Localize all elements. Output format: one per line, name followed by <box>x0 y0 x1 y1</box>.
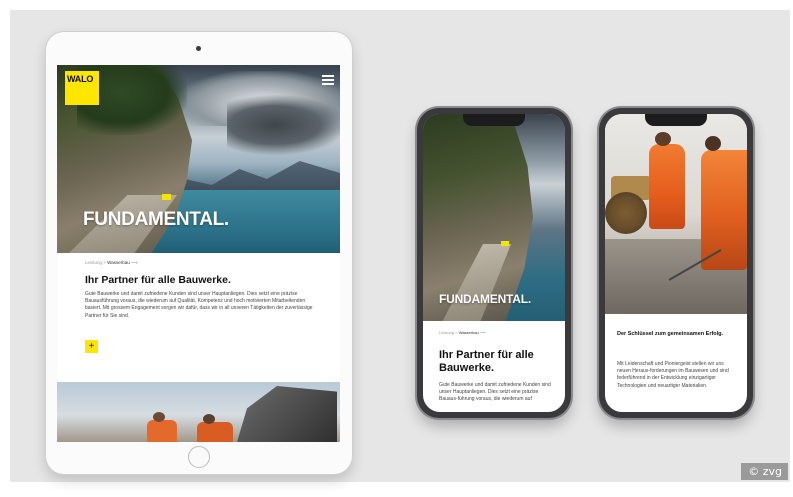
tablet-device: WALO FUNDAMENTAL. Leistung > Wasserbau ⟶… <box>46 32 352 474</box>
tablet-screen: WALO FUNDAMENTAL. Leistung > Wasserbau ⟶… <box>57 65 340 442</box>
section-body: Mit Leidenschaft und Pioniergeist stelle… <box>617 361 729 389</box>
phone-device-right: Der Schlüssel zum gemeinsamen Erfolg. Mi… <box>599 108 753 418</box>
arrow-right-icon: ⟶ <box>131 260 138 265</box>
breadcrumb-item-prev[interactable]: Leistung <box>439 330 454 335</box>
phone-left-screen: FUNDAMENTAL. Leistung > Wasserbau ⟶ Ihr … <box>423 114 565 412</box>
section-heading: Ihr Partner für alle Bauwerke. <box>439 349 534 374</box>
presentation-stage: WALO FUNDAMENTAL. Leistung > Wasserbau ⟶… <box>10 10 790 482</box>
breadcrumb-item-prev[interactable]: Leistung <box>85 260 102 265</box>
section-heading: Der Schlüssel zum gemeinsamen Erfolg. <box>617 331 724 337</box>
phone-device-left: FUNDAMENTAL. Leistung > Wasserbau ⟶ Ihr … <box>417 108 571 418</box>
breadcrumb: Leistung > Wasserbau ⟶ <box>85 260 137 266</box>
hamburger-menu-icon[interactable] <box>322 75 334 85</box>
phone-notch <box>645 114 707 126</box>
phone-right-screen: Der Schlüssel zum gemeinsamen Erfolg. Mi… <box>605 114 747 412</box>
breadcrumb-item-current: Wasserbau <box>107 260 130 265</box>
arrow-right-icon: ⟶ <box>479 330 486 335</box>
hero-image <box>423 114 565 321</box>
yellow-marker <box>162 194 171 200</box>
breadcrumb-item-current: Wasserbau <box>458 330 479 335</box>
yellow-marker <box>501 241 509 246</box>
breadcrumb: Leistung > Wasserbau ⟶ <box>439 330 486 335</box>
walo-logo[interactable]: WALO <box>65 71 99 105</box>
section-heading: Ihr Partner für alle Bauwerke. <box>85 274 231 286</box>
workers-image <box>605 114 747 314</box>
expand-plus-button[interactable]: + <box>85 340 98 353</box>
hero-title: FUNDAMENTAL. <box>439 292 532 306</box>
workers-image <box>57 382 340 442</box>
section-body: Gute Bauwerke und damit zufriedene Kunde… <box>85 291 313 319</box>
phone-notch <box>463 114 525 126</box>
tablet-camera <box>196 46 201 51</box>
section-body: Gute Bauwerke und damit zufriedene Kunde… <box>439 382 551 402</box>
hero-title: FUNDAMENTAL. <box>83 209 229 230</box>
image-credit: © zvg <box>741 463 788 480</box>
tablet-home-button[interactable] <box>188 446 210 468</box>
